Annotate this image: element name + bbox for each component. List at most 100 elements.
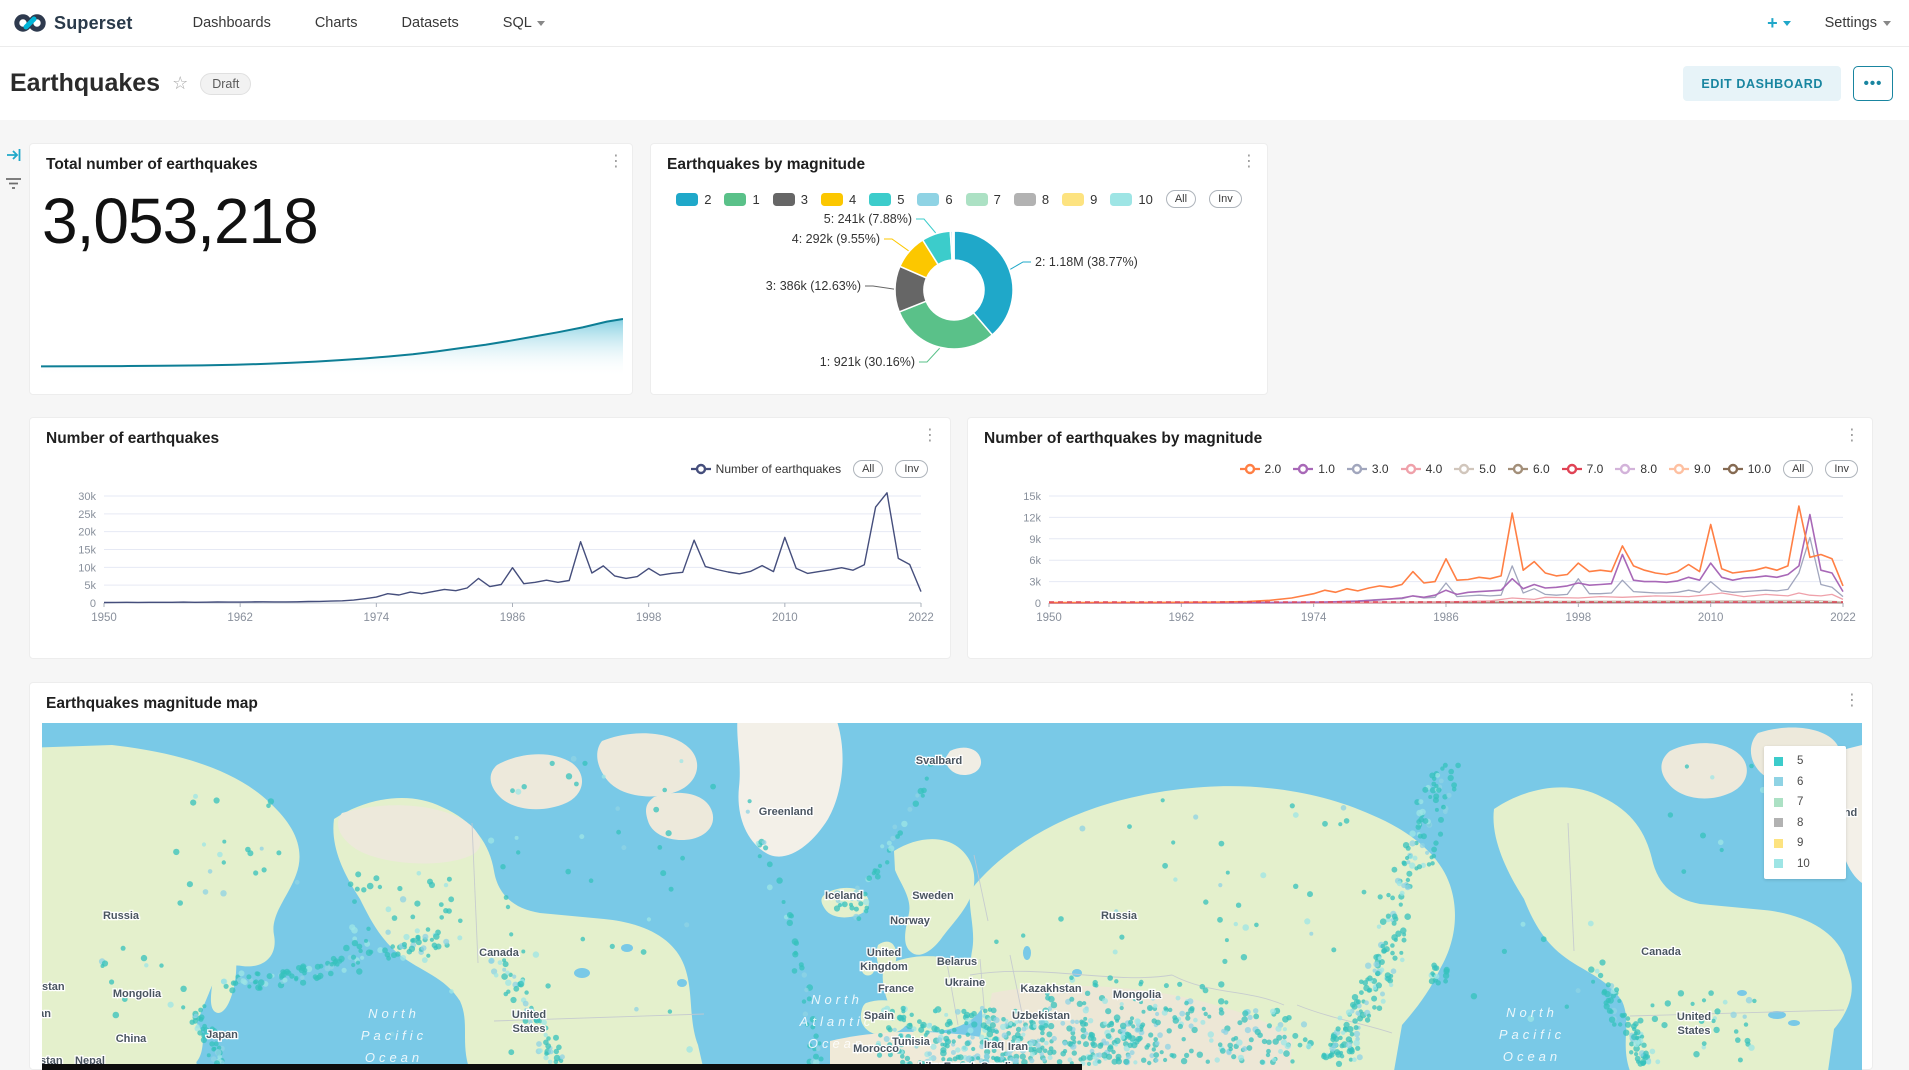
svg-text:1986: 1986 xyxy=(500,612,526,624)
nav-sql[interactable]: SQL xyxy=(503,15,545,31)
svg-text:0: 0 xyxy=(1035,598,1041,610)
svg-text:1998: 1998 xyxy=(636,612,662,624)
legend-item-7.0[interactable]: 7.0 xyxy=(1562,462,1604,476)
legend-item-magnitude-5[interactable]: 5 xyxy=(869,192,904,207)
map-legend: 5 6 7 8 9 10 xyxy=(1764,746,1846,879)
svg-text:15k: 15k xyxy=(1023,491,1041,503)
pie-legend: 2134 5 6 789 10 All Inv xyxy=(651,190,1267,208)
legend-item-4.0[interactable]: 4.0 xyxy=(1401,462,1443,476)
legend-item-magnitude-10[interactable]: 10 xyxy=(1110,192,1152,207)
map-legend-item-7[interactable]: 7 xyxy=(1774,796,1836,808)
legend-item-magnitude-8[interactable]: 8 xyxy=(1014,192,1049,207)
map-label-norway: Norway xyxy=(890,915,931,927)
series-marker-icon xyxy=(1669,463,1689,475)
kebab-menu-icon[interactable]: ⋮ xyxy=(1844,428,1860,444)
expand-filter-bar-icon[interactable] xyxy=(6,147,22,168)
legend-swatch xyxy=(1110,193,1132,206)
filter-icon[interactable] xyxy=(5,176,22,196)
legend-item-2.0[interactable]: 2.0 xyxy=(1240,462,1282,476)
line-chart: 03k6k9k12k15k195019621974198619982010202… xyxy=(968,484,1874,644)
map-label-kingdom: Kingdom xyxy=(860,961,908,973)
series-marker-icon xyxy=(1454,463,1474,475)
series-marker-icon xyxy=(1615,463,1635,475)
big-number-value: 3,053,218 xyxy=(42,184,318,258)
map-label-france: France xyxy=(878,983,914,995)
legend-item-magnitude-7[interactable]: 7 xyxy=(966,192,1001,207)
nav-charts[interactable]: Charts xyxy=(315,15,358,31)
superset-dashboard: Superset Dashboards Charts Datasets SQL … xyxy=(0,0,1909,1070)
kebab-menu-icon[interactable]: ⋮ xyxy=(922,428,938,444)
map-legend-item-6[interactable]: 6 xyxy=(1774,776,1836,788)
pie-callout-label: 4: 292k (9.55%) xyxy=(792,232,880,246)
legend-item-magnitude-6[interactable]: 6 xyxy=(917,192,952,207)
svg-text:6k: 6k xyxy=(1029,555,1041,567)
legend-item-magnitude-3[interactable]: 3 xyxy=(773,192,808,207)
more-options-button[interactable]: ••• xyxy=(1853,66,1893,101)
map-legend-swatch xyxy=(1774,757,1783,766)
pie-callout-label: 2: 1.18M (38.77%) xyxy=(1035,255,1138,269)
map-legend-item-9[interactable]: 9 xyxy=(1774,837,1836,849)
legend-item-1.0[interactable]: 1.0 xyxy=(1293,462,1335,476)
ocean-label: Ocean xyxy=(1503,1049,1561,1064)
legend-item-magnitude-4[interactable]: 4 xyxy=(821,192,856,207)
map-legend-swatch xyxy=(1774,818,1783,827)
ocean-label: Pacific xyxy=(1499,1027,1565,1042)
legend-label: 8.0 xyxy=(1640,462,1657,476)
map-label-greenland: Greenland xyxy=(759,806,813,818)
nav-dashboards[interactable]: Dashboards xyxy=(193,15,271,31)
legend-label: 5 xyxy=(897,192,904,207)
favorite-star-icon[interactable]: ☆ xyxy=(172,73,188,94)
legend-label: 2 xyxy=(704,192,711,207)
legend-all-button[interactable]: All xyxy=(1166,190,1196,208)
map-legend-item-10[interactable]: 10 xyxy=(1774,858,1836,870)
superset-logo[interactable]: Superset xyxy=(14,12,133,34)
svg-text:5k: 5k xyxy=(84,580,96,592)
chart-title: Earthquakes by magnitude xyxy=(667,156,865,174)
map-label-spain: Spain xyxy=(864,1010,894,1022)
kebab-menu-icon[interactable]: ⋮ xyxy=(608,154,624,170)
legend-inv-button[interactable]: Inv xyxy=(895,460,928,478)
map-legend-item-5[interactable]: 5 xyxy=(1774,755,1836,767)
map-legend-item-8[interactable]: 8 xyxy=(1774,817,1836,829)
series-marker-icon xyxy=(1347,463,1367,475)
map-label-tajikistan: Tajikistan xyxy=(42,1008,51,1020)
edit-dashboard-button[interactable]: EDIT DASHBOARD xyxy=(1683,66,1841,101)
legend-swatch xyxy=(821,193,843,206)
settings-label: Settings xyxy=(1825,15,1877,31)
legend-label: 6 xyxy=(945,192,952,207)
legend-all-button[interactable]: All xyxy=(853,460,883,478)
legend-inv-button[interactable]: Inv xyxy=(1209,190,1242,208)
map-label-iran: Iran xyxy=(1008,1041,1028,1053)
settings-menu[interactable]: Settings xyxy=(1825,15,1891,31)
svg-text:3k: 3k xyxy=(1029,577,1041,589)
legend-item-8.0[interactable]: 8.0 xyxy=(1615,462,1657,476)
legend-item-3.0[interactable]: 3.0 xyxy=(1347,462,1389,476)
kebab-menu-icon[interactable]: ⋮ xyxy=(1844,693,1860,709)
legend-inv-button[interactable]: Inv xyxy=(1825,460,1858,478)
svg-text:15k: 15k xyxy=(78,545,96,557)
legend-all-button[interactable]: All xyxy=(1783,460,1813,478)
legend-item-5.0[interactable]: 5.0 xyxy=(1454,462,1496,476)
new-item-button[interactable]: + xyxy=(1767,13,1791,34)
legend-swatch xyxy=(917,193,939,206)
chart-card-number-of-earthquakes: Number of earthquakes ⋮ Number of earthq… xyxy=(29,417,951,659)
series-marker-icon xyxy=(1723,463,1743,475)
legend-swatch xyxy=(966,193,988,206)
legend-item-9.0[interactable]: 9.0 xyxy=(1669,462,1711,476)
legend-item-magnitude-1[interactable]: 1 xyxy=(724,192,759,207)
svg-text:30k: 30k xyxy=(78,491,96,503)
kebab-menu-icon[interactable]: ⋮ xyxy=(1241,154,1257,170)
pie-callout-label: 1: 921k (30.16%) xyxy=(820,355,915,369)
map-legend-label: 10 xyxy=(1797,858,1810,870)
map-legend-swatch xyxy=(1774,839,1783,848)
legend-item-6.0[interactable]: 6.0 xyxy=(1508,462,1550,476)
nav-datasets[interactable]: Datasets xyxy=(402,15,459,31)
legend-item-magnitude-2[interactable]: 2 xyxy=(676,192,711,207)
legend-item-magnitude-9[interactable]: 9 xyxy=(1062,192,1097,207)
legend-item-number-of-earthquakes[interactable]: Number of earthquakes xyxy=(691,462,841,476)
world-map[interactable]: NorthPacificOceanNorthAtlanticOceanNorth… xyxy=(42,723,1862,1070)
legend-item-10.0[interactable]: 10.0 xyxy=(1723,462,1771,476)
series-line-2.0 xyxy=(1049,506,1843,603)
legend-swatch xyxy=(869,193,891,206)
legend-label: 7 xyxy=(994,192,1001,207)
